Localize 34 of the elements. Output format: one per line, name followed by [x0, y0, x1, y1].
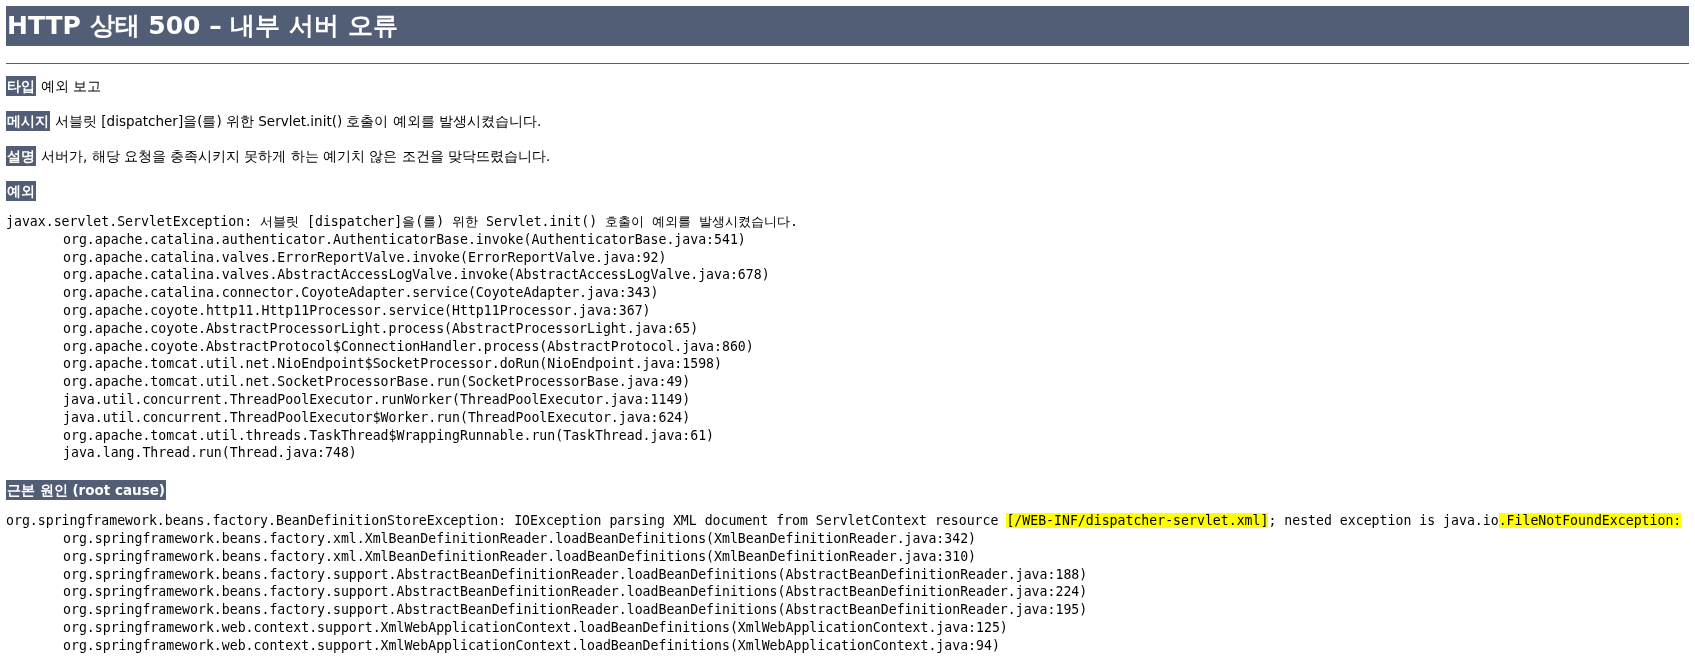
stack-trace-line: org.springframework.web.context.support.XmlWebApplicationContext.loadBeanDefinitions(XmlWebApplicationContext.java:94): [63, 637, 1000, 653]
stack-trace-line: org.apache.catalina.authenticator.AuthenticatorBase.invoke(AuthenticatorBase.java:541): [63, 231, 746, 247]
field-value: 예외 보고: [41, 77, 102, 96]
stack-trace-line: org.springframework.beans.factory.support.AbstractBeanDefinitionReader.loadBeanDefinitions(AbstractBeanDefinitionReader.java:224): [63, 584, 1088, 600]
stack-trace-line: org.springframework.web.context.support.XmlWebApplicationContext.loadBeanDefinitions(XmlWebApplicationContext.java:125): [63, 619, 1008, 635]
stack-trace-line: org.apache.catalina.valves.AbstractAccessLogValve.invoke(AbstractAccessLogValve.java:678): [63, 267, 770, 283]
stack-trace-line: org.apache.tomcat.util.threads.TaskThread$WrappingRunnable.run(TaskThread.java:61): [63, 427, 715, 443]
stack-trace-line: org.apache.coyote.http11.Http11Processor.service(Http11Processor.java:367): [63, 303, 651, 318]
field-value: 서블릿 [dispatcher]을(를) 위한 Servlet.init() 호출이 예외를 발생시켰습니다.: [55, 112, 542, 131]
stack-trace-line: org.springframework.beans.factory.support.AbstractBeanDefinitionReader.loadBeanDefinitions(AbstractBeanDefinitionReader.java:195): [63, 602, 1088, 618]
field-value: 서버가, 해당 요청을 충족시키지 못하게 하는 예기치 않은 조건을 맞닥뜨렸습니다.: [41, 147, 551, 166]
stack-trace-line: org.springframework.beans.factory.support.AbstractBeanDefinitionReader.loadBeanDefinitions(AbstractBeanDefinitionReader.java:188): [63, 566, 1088, 582]
stack-trace-line: org.springframework.beans.factory.xml.XmlBeanDefinitionReader.loadBeanDefinitions(XmlBeanDefinitionReader.java:342): [63, 530, 977, 546]
stack-trace-line: org.springframework.beans.factory.xml.XmlBeanDefinitionReader.loadBeanDefinitions(XmlBeanDefinitionReader.java:310): [63, 548, 977, 564]
field-label: 설명: [6, 146, 36, 166]
stack-trace-line: org.apache.coyote.AbstractProcessorLight.process(AbstractProcessorLight.java:65): [63, 320, 699, 336]
stack-trace-line: org.apache.tomcat.util.net.SocketProcessorBase.run(SocketProcessorBase.java:49): [63, 374, 691, 390]
stack-trace-line: java.lang.Thread.run(Thread.java:748): [63, 445, 357, 461]
exception-message: javax.servlet.ServletException: 서블릿 [dispatcher]을(를) 위한 Servlet.init() 호출이 예외를 발생시켰습니다.: [6, 214, 798, 229]
stack-trace-line: java.util.concurrent.ThreadPoolExecutor$Worker.run(ThreadPoolExecutor.java:624): [63, 409, 691, 425]
page-title: HTTP 상태 500 – 내부 서버 오류: [6, 6, 1689, 46]
stack-trace-line: org.apache.catalina.valves.ErrorReportValve.invoke(ErrorReportValve.java:92): [63, 249, 667, 265]
stack-trace-line: org.apache.catalina.connector.CoyoteAdapter.service(CoyoteAdapter.java:343): [63, 285, 659, 301]
section-label: 예외: [6, 181, 36, 201]
highlighted-text: [/WEB-INF/dispatcher-servlet.xml]: [1006, 513, 1269, 529]
exception-message: ; nested exception is java.io: [1268, 513, 1499, 529]
highlighted-text: .FileNotFoundException:: [1498, 513, 1682, 529]
section-label: 근본 원인 (root cause): [6, 480, 166, 501]
stack-trace-line: org.apache.tomcat.util.net.NioEndpoint$SocketProcessor.doRun(NioEndpoint.java:1598): [63, 356, 722, 372]
exception-message: org.springframework.beans.factory.BeanDefinitionStoreException: IOException parsing XML document from ServletContext resource: [6, 513, 1000, 529]
stack-trace-line: org.apache.coyote.AbstractProtocol$ConnectionHandler.process(AbstractProtocol.java:860): [63, 338, 754, 354]
stack-trace-line: java.util.concurrent.ThreadPoolExecutor.runWorker(ThreadPoolExecutor.java:1149): [63, 391, 691, 407]
field-label: 메시지: [6, 111, 50, 131]
field-label: 타입: [6, 76, 36, 96]
